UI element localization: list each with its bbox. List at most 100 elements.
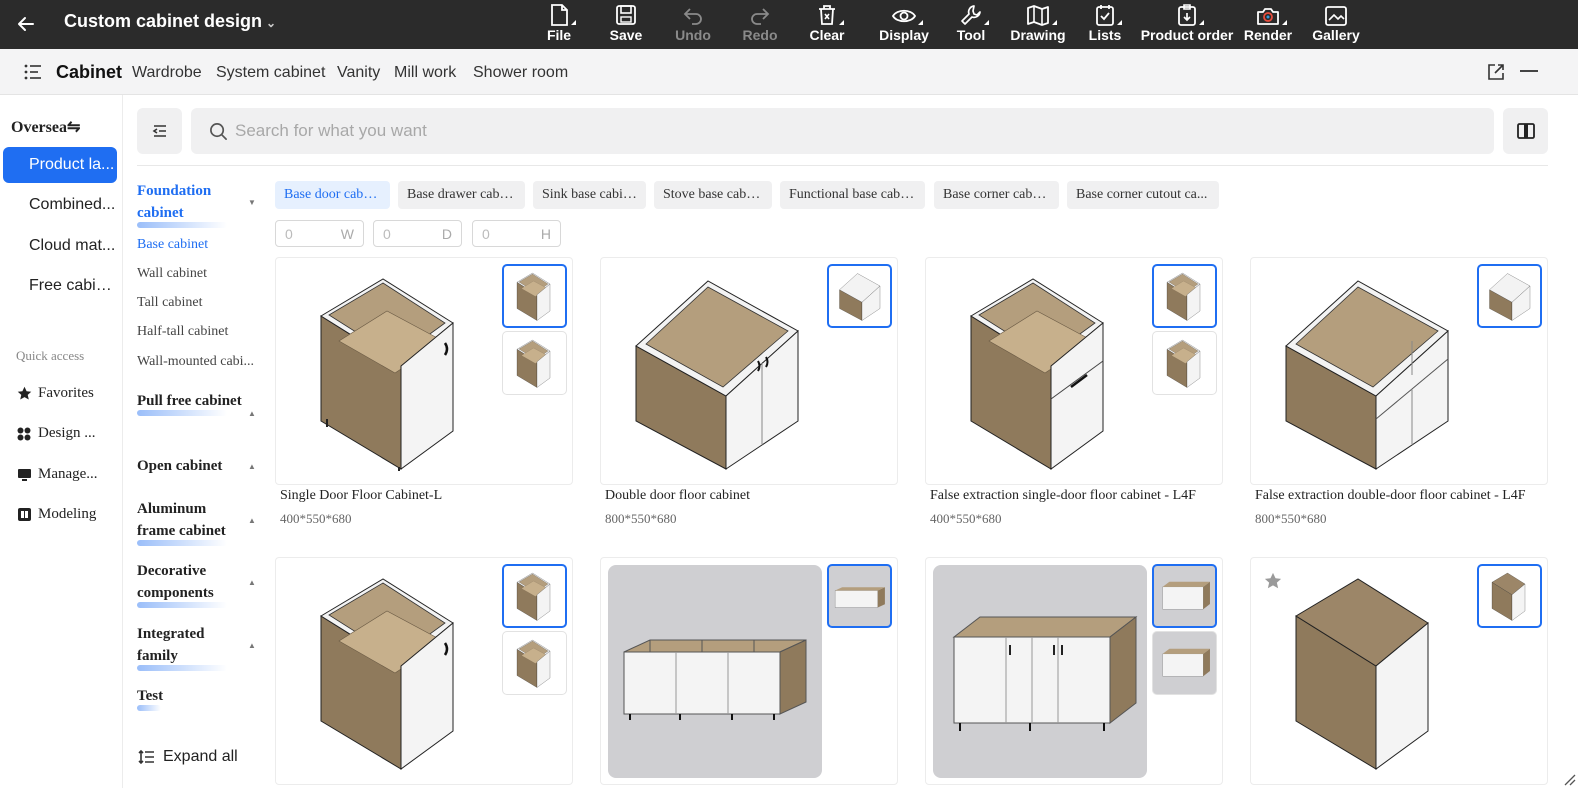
tab-vanity[interactable]: Vanity [337,64,380,82]
caret-up-icon[interactable]: ▲ [248,641,256,650]
quick-item-manage[interactable]: Manage... [16,466,116,483]
tool-gallery-button[interactable]: Gallery [1306,0,1366,49]
variant-thumbnail[interactable] [827,264,892,328]
variant-thumbnail[interactable] [1477,264,1542,328]
tool-redo-button[interactable]: Redo [730,0,790,49]
menu-list-icon[interactable] [24,63,42,86]
variant-thumbnail[interactable] [827,564,892,628]
tab-cabinet[interactable]: Cabinet [56,62,122,83]
tool-drawing-button[interactable]: Drawing [1008,0,1068,49]
product-card[interactable] [600,257,898,485]
depth-filter[interactable]: D [373,220,462,247]
search-input[interactable] [235,108,1475,154]
quick-item-label: Modeling [38,506,97,522]
quick-item-modeling[interactable]: Modeling [16,506,116,523]
subcategory-wall-cabinet[interactable]: Wall cabinet [137,266,263,282]
tool-file-button[interactable]: File [529,0,589,49]
quick-item-design[interactable]: Design ... [16,425,116,442]
catalog-panel: Foundation cabinet ▼ Base cabinet Wall c… [124,95,1578,788]
split-view-button[interactable] [1503,108,1548,154]
product-card[interactable] [275,557,573,785]
subcategory-wall-mounted-cabinet[interactable]: Wall-mounted cabi... [137,354,263,370]
product-card[interactable] [275,257,573,485]
minimize-icon[interactable] [1520,70,1538,72]
product-card[interactable] [1250,257,1548,485]
caret-up-icon[interactable]: ▲ [248,578,256,587]
category-group-aluminum-frame[interactable]: Aluminum frame cabinet [137,498,247,546]
caret-up-icon[interactable]: ▲ [248,462,256,471]
variant-thumbnail[interactable] [1477,564,1542,628]
category-group-label: Open cabinet [137,458,223,474]
variant-thumbnail[interactable] [1152,631,1217,695]
depth-input[interactable] [383,221,433,246]
height-filter[interactable]: H [472,220,561,247]
chip-stove-base-cabinet[interactable]: Stove base cabinet [654,181,772,209]
width-filter[interactable]: W [275,220,364,247]
variant-thumbnail[interactable] [502,264,567,328]
tab-wardrobe[interactable]: Wardrobe [132,64,202,82]
expand-list-icon [138,749,154,765]
variant-thumbnail[interactable] [1152,331,1217,395]
product-image [282,264,504,478]
tab-shower-room[interactable]: Shower room [473,64,568,82]
category-group-integrated-family[interactable]: Integrated family [137,623,247,671]
variant-thumbnail[interactable] [502,564,567,628]
caret-down-icon[interactable]: ▼ [248,198,256,207]
nav-item-product-library[interactable]: Product la... [3,147,117,183]
category-group-foundation[interactable]: Foundation cabinet [137,180,247,228]
design-title-dropdown[interactable]: Custom cabinet design ⌄ [64,11,276,32]
tool-product-order-button[interactable]: Product order [1141,0,1233,49]
group-underline [137,705,161,711]
nav-item-combined[interactable]: Combined... [3,187,117,223]
tool-display-button[interactable]: Display [874,0,934,49]
chip-base-drawer-cabinet[interactable]: Base drawer cabinet [398,181,525,209]
tool-clear-button[interactable]: Clear [797,0,857,49]
tab-system-cabinet[interactable]: System cabinet [216,64,325,82]
nav-item-free-cabinet[interactable]: Free cabin... [3,268,117,304]
chip-base-corner-cutout-cabinet[interactable]: Base corner cutout ca... [1067,181,1219,209]
chip-functional-base-cabinet[interactable]: Functional base cabinet [780,181,925,209]
height-input[interactable] [482,221,532,246]
camera-icon [1256,0,1287,26]
caret-up-icon[interactable]: ▲ [248,409,256,418]
tool-render-button[interactable]: Render [1238,0,1298,49]
category-group-decorative[interactable]: Decorative components [137,560,247,608]
tool-tool-button[interactable]: Tool [941,0,1001,49]
variant-thumbnail[interactable] [502,331,567,395]
variant-thumbnail[interactable] [1152,264,1217,328]
nav-item-cloud-material[interactable]: Cloud mat... [3,228,117,264]
popout-icon[interactable] [1487,63,1505,86]
quick-item-favorites[interactable]: Favorites [16,385,116,402]
collapse-filter-button[interactable] [137,108,182,154]
width-input[interactable] [285,221,335,246]
tool-save-button[interactable]: Save [596,0,656,49]
chip-base-corner-cabinet[interactable]: Base corner cabinet [934,181,1059,209]
category-group-open[interactable]: Open cabinet [137,455,247,477]
product-card[interactable] [1250,557,1548,785]
file-icon [549,0,576,26]
category-group-test[interactable]: Test [137,685,247,711]
subcategory-half-tall-cabinet[interactable]: Half-tall cabinet [137,324,263,340]
tool-undo-button[interactable]: Undo [663,0,723,49]
search-bar [191,108,1494,154]
tool-lists-button[interactable]: Lists [1075,0,1135,49]
back-arrow-icon[interactable] [14,12,38,36]
chip-base-door-cabinet[interactable]: Base door cabinet [275,181,390,209]
subcategory-base-cabinet[interactable]: Base cabinet [137,237,263,253]
subcategory-tall-cabinet[interactable]: Tall cabinet [137,295,263,311]
resize-handle-icon[interactable] [1562,772,1576,791]
chip-sink-base-cabinet[interactable]: Sink base cabinet [533,181,646,209]
product-card[interactable] [925,257,1223,485]
variant-thumbnail[interactable] [502,631,567,695]
tab-mill-work[interactable]: Mill work [394,64,456,82]
caret-up-icon[interactable]: ▲ [248,516,256,525]
product-card[interactable] [600,557,898,785]
tool-label: Drawing [1010,27,1066,43]
expand-all-button[interactable]: Expand all [138,748,238,766]
variant-thumbnail[interactable] [1152,564,1217,628]
product-size: 800*550*680 [1255,511,1327,526]
product-name: Single Door Floor Cabinet-L [280,488,443,503]
region-switch[interactable]: Oversea⇋ [11,117,80,137]
product-card[interactable] [925,557,1223,785]
category-group-pull-free[interactable]: Pull free cabinet [137,390,247,416]
